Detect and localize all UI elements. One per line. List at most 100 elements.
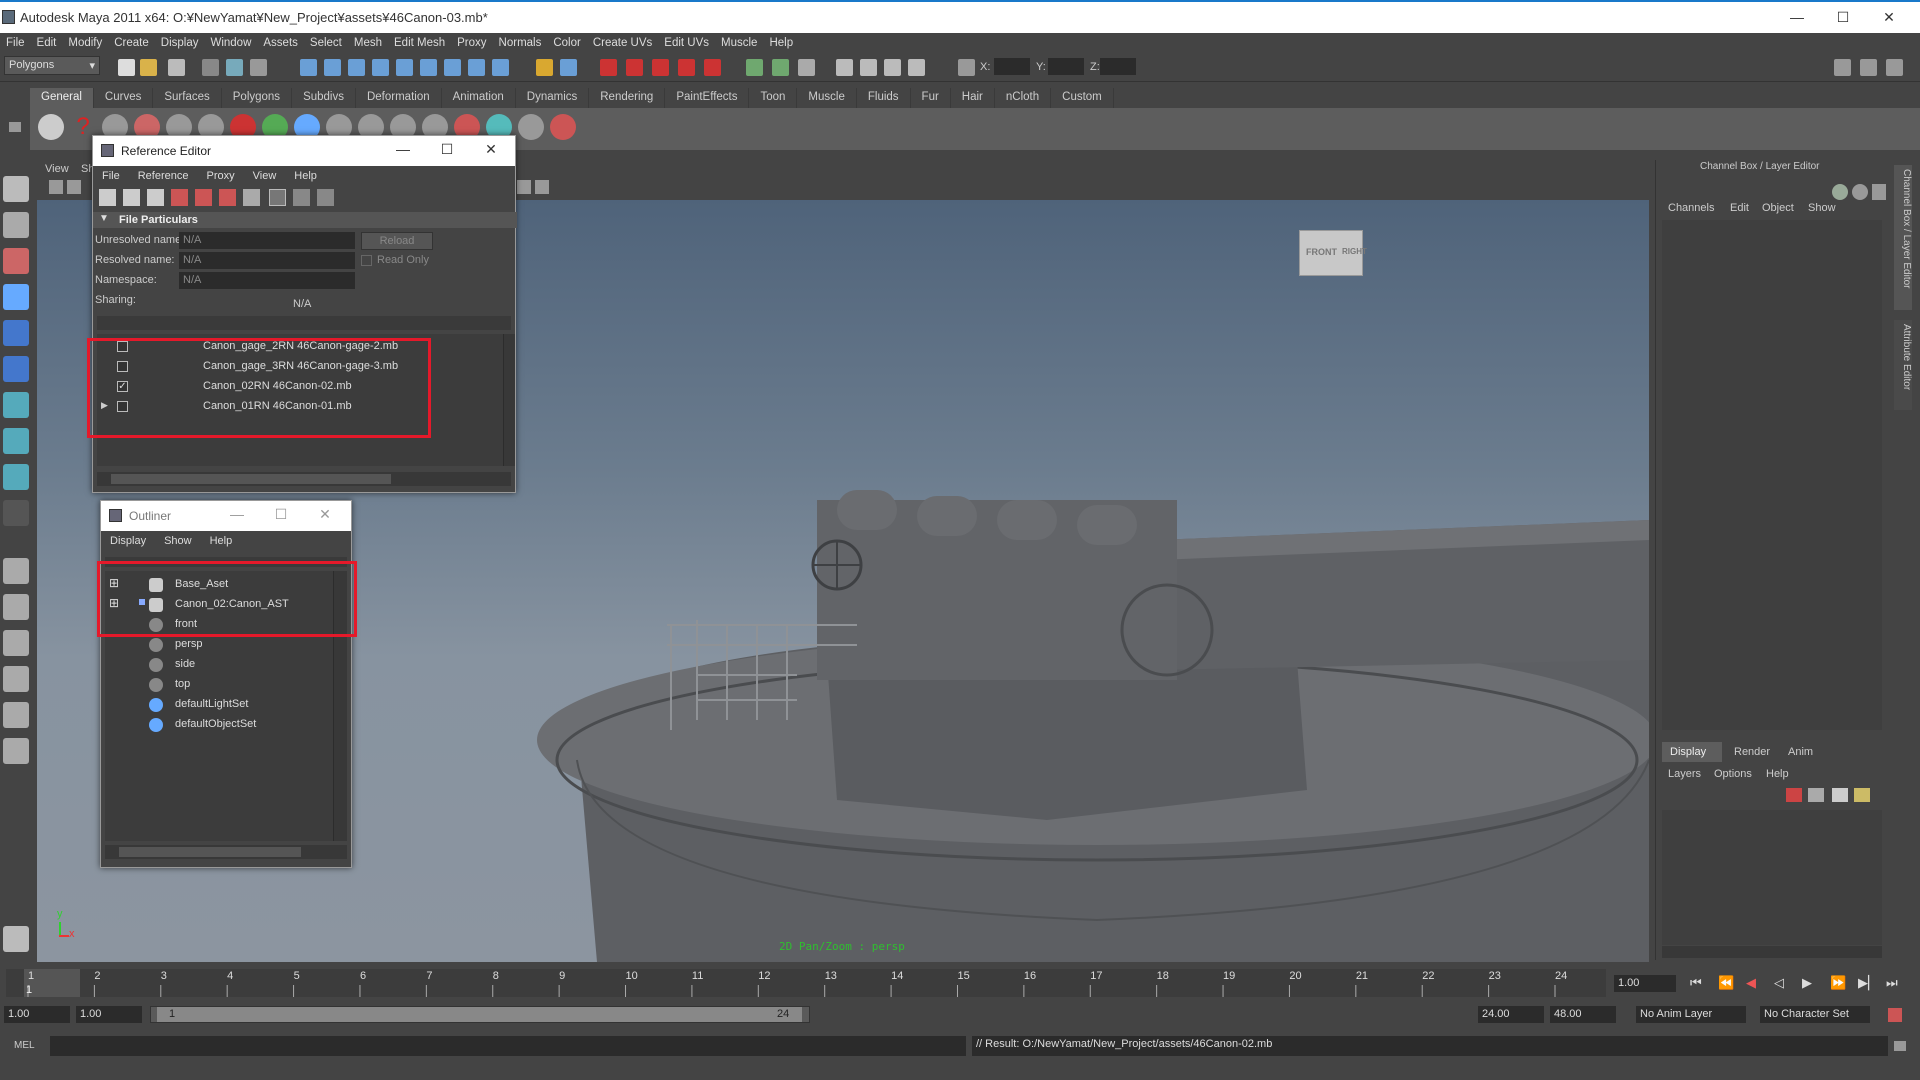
shelf-tab-muscle[interactable]: Muscle [797,88,857,108]
anim-layer-dropdown[interactable]: No Anim Layer [1636,1006,1746,1023]
layer-scrollbar-horizontal[interactable] [1662,946,1882,958]
menu-muscle[interactable]: Muscle [715,37,763,49]
open-scene-icon[interactable] [140,59,157,76]
viewport-menu-view[interactable]: View [45,163,69,175]
z-input[interactable] [1100,58,1136,75]
select-by-deformation-icon[interactable] [396,59,413,76]
new-layer-selected-icon[interactable] [1808,788,1824,802]
layout-two-icon[interactable] [3,630,29,656]
rotate-tool-icon[interactable] [3,320,29,346]
new-layer-icon[interactable] [1786,788,1802,802]
side-tab-attribute-editor[interactable]: Attribute Editor [1894,320,1912,410]
y-input[interactable] [1048,58,1084,75]
input-connections-icon[interactable] [746,59,763,76]
duplicate-reference-icon[interactable] [147,189,164,206]
menu-mesh[interactable]: Mesh [348,37,388,49]
reference-search-bar[interactable] [97,316,511,330]
reference-editor-titlebar[interactable]: Reference Editor — ☐ ✕ [93,136,515,166]
range-slider-handle[interactable]: 1 24 [157,1007,802,1022]
render-settings-icon[interactable] [884,59,901,76]
unresolved-name-field[interactable]: N/A [179,232,355,249]
shelf-menu-icon[interactable] [9,122,21,132]
construction-history-icon[interactable] [798,59,815,76]
show-manipulator-icon[interactable] [3,464,29,490]
step-back-key-button[interactable]: ⏪ [1718,975,1734,991]
layer-tab-anim[interactable]: Anim [1788,746,1813,758]
layer-tab-display[interactable]: Display [1662,742,1722,762]
manipulator-tool-icon[interactable] [3,392,29,418]
layout-four-icon[interactable] [3,594,29,620]
shelf-tab-painteffects[interactable]: PaintEffects [665,88,750,108]
reload-reference-icon[interactable] [171,189,188,206]
layer-list-area[interactable] [1662,810,1882,945]
menu-create-uvs[interactable]: Create UVs [587,37,658,49]
viewport-grid-icon[interactable] [517,180,531,194]
shelf-tab-toon[interactable]: Toon [749,88,798,108]
outliner-minimize-button[interactable]: — [227,506,247,522]
outliner-item-side[interactable]: side [105,657,333,675]
outliner-maximize-button[interactable]: ☐ [271,506,291,523]
quick-layout-icon[interactable] [3,926,29,952]
menu-normals[interactable]: Normals [493,37,548,49]
select-tool-icon[interactable] [3,176,29,202]
create-reference-icon[interactable] [99,189,116,206]
outliner-item-default-object-set[interactable]: defaultObjectSet [105,717,333,735]
snap-view-plane-icon[interactable] [678,59,695,76]
maximize-button[interactable]: ☐ [1832,8,1854,26]
reference-editor-scroll-thumb[interactable] [111,474,391,484]
shelf-tab-ncloth[interactable]: nCloth [995,88,1052,108]
menu-modify[interactable]: Modify [62,37,108,49]
layer-up-icon[interactable] [1832,788,1848,802]
scale-tool-icon[interactable] [3,356,29,382]
step-back-frame-button[interactable]: ◀ [1746,975,1756,991]
playback-start-field[interactable]: 1.00 [76,1006,142,1023]
channel-list-area[interactable] [1662,220,1882,730]
outliner-item-top[interactable]: top [105,677,333,695]
snap-grid-icon[interactable] [600,59,617,76]
outliner-menu-help[interactable]: Help [201,535,242,547]
select-reference-icon[interactable] [243,189,260,206]
snap-curve-icon[interactable] [626,59,643,76]
render-frame-icon[interactable] [836,59,853,76]
viewport-camera-icon[interactable] [49,180,63,194]
select-by-dynamics-icon[interactable] [420,59,437,76]
menu-select[interactable]: Select [304,37,348,49]
reload-button[interactable]: Reload [361,232,433,250]
remove-reference-icon[interactable] [219,189,236,206]
list-view-icon[interactable] [269,189,286,206]
reference-editor-minimize-button[interactable]: — [393,141,413,157]
channel-box-toggle-icon[interactable] [1886,59,1903,76]
close-button[interactable]: ✕ [1878,8,1900,26]
menu-display[interactable]: Display [155,37,205,49]
playback-end-field[interactable]: 24.00 [1478,1006,1544,1023]
go-to-end-button[interactable]: ⏭ [1886,975,1898,991]
shelf-tool-14-icon[interactable] [518,114,544,140]
layer-down-icon[interactable] [1854,788,1870,802]
reference-editor-horizontal-scrollbar[interactable] [97,472,511,486]
range-slider[interactable]: 1 24 [150,1006,810,1023]
shelf-tab-dynamics[interactable]: Dynamics [516,88,590,108]
channel-menu-object[interactable]: Object [1762,202,1794,214]
viewport-camera-attr-icon[interactable] [67,180,81,194]
reference-editor-maximize-button[interactable]: ☐ [437,141,457,158]
shelf-tab-rendering[interactable]: Rendering [589,88,666,108]
select-question-icon[interactable] [492,59,509,76]
shelf-tab-subdivs[interactable]: Subdivs [292,88,356,108]
channel-menu-show[interactable]: Show [1808,202,1836,214]
outliner-close-button[interactable]: ✕ [315,506,335,523]
proxy-view-icon[interactable] [317,189,334,206]
layer-menu-layers[interactable]: Layers [1668,768,1701,780]
lasso-tool-icon[interactable] [3,212,29,238]
shelf-tab-polygons[interactable]: Polygons [222,88,293,108]
select-object-icon[interactable] [226,59,243,76]
reference-editor-close-button[interactable]: ✕ [481,141,501,158]
select-by-curve-icon[interactable] [348,59,365,76]
channel-box-icon-3[interactable] [1872,184,1886,200]
outliner-item-default-light-set[interactable]: defaultLightSet [105,697,333,715]
menu-color[interactable]: Color [547,37,586,49]
tree-view-icon[interactable] [293,189,310,206]
outliner-scroll-thumb[interactable] [119,847,301,857]
reference-menu-proxy[interactable]: Proxy [198,170,244,182]
shelf-tab-deformation[interactable]: Deformation [356,88,442,108]
step-forward-frame-button[interactable]: ⏩ [1830,975,1846,991]
